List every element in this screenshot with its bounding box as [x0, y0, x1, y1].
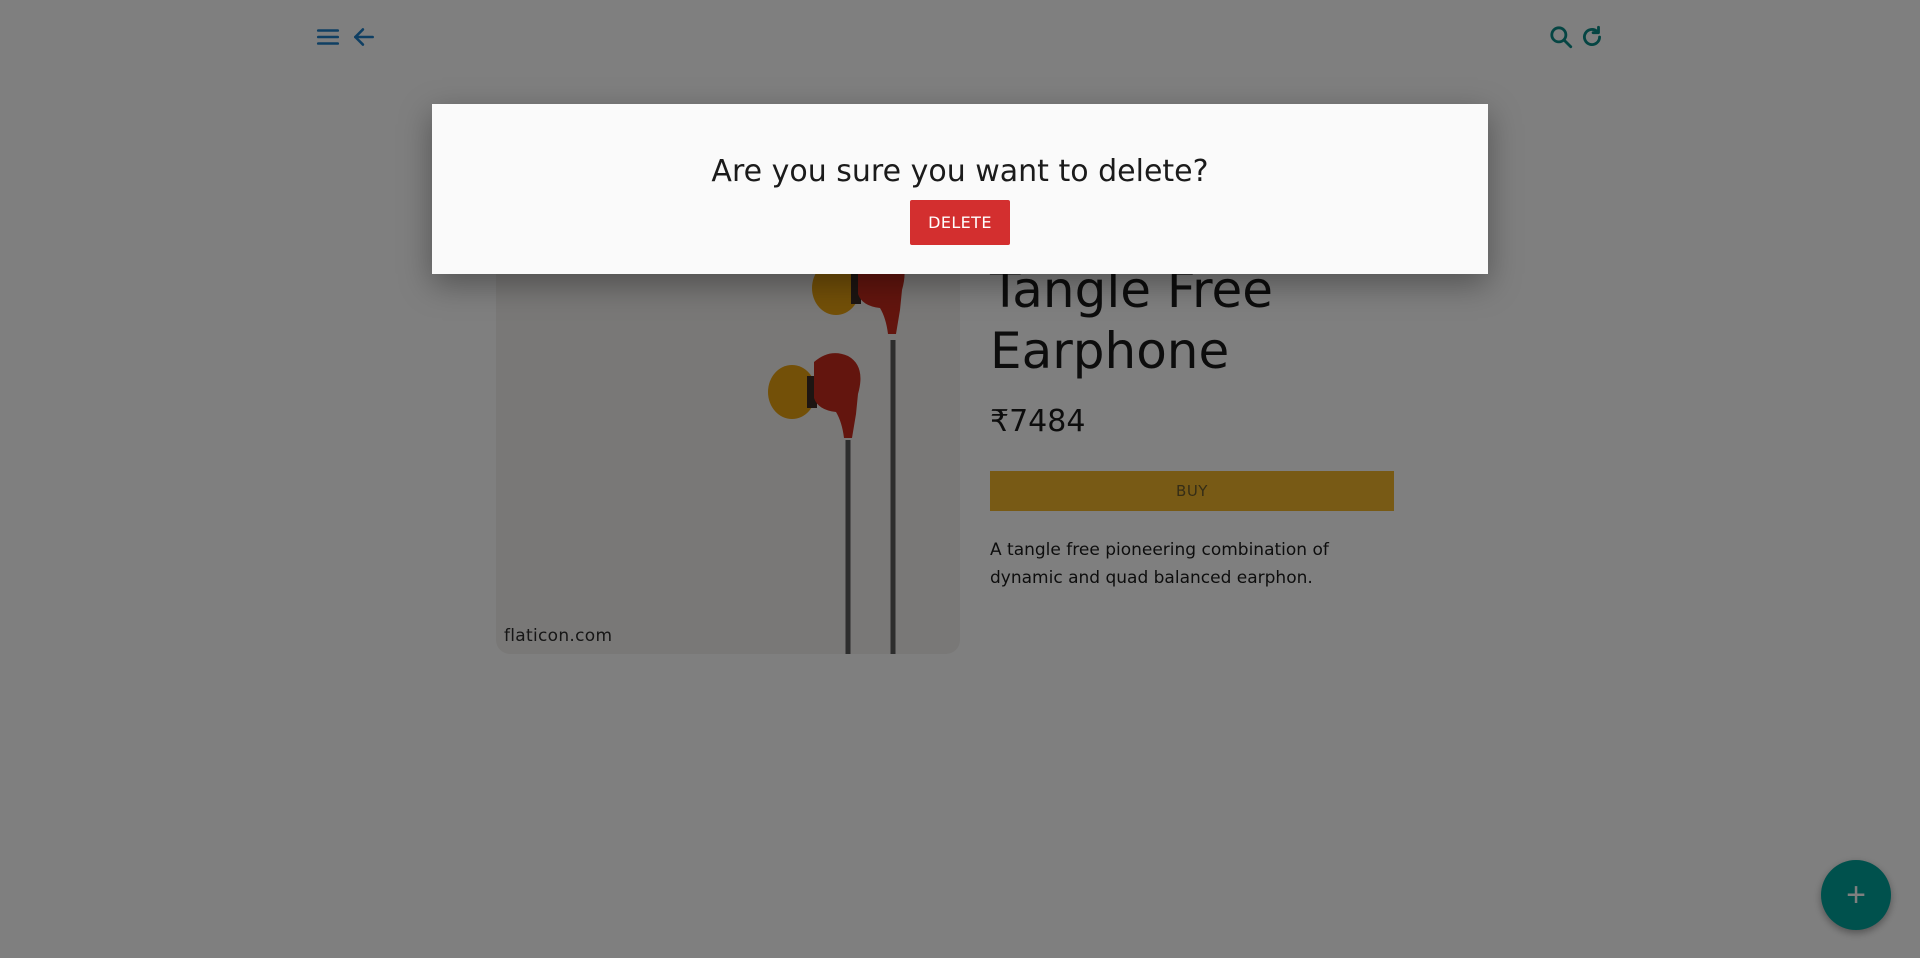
- delete-confirm-dialog: Are you sure you want to delete? DELETE: [432, 104, 1488, 274]
- product-detail-page: flaticon.com Tangle Free Earphone ₹7484 …: [0, 0, 1920, 958]
- dialog-message: Are you sure you want to delete?: [711, 154, 1209, 189]
- delete-button[interactable]: DELETE: [910, 200, 1010, 245]
